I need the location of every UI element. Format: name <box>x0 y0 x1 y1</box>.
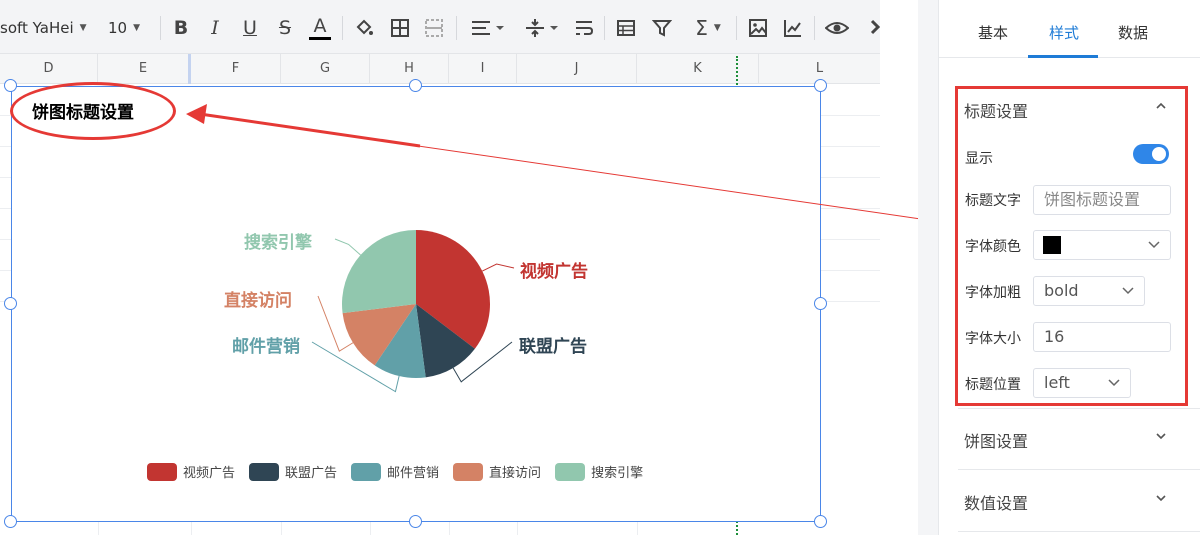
legend-item-email[interactable]: 邮件营销 <box>351 462 439 481</box>
font-size-input[interactable]: 16 <box>1033 322 1171 352</box>
chevron-down-icon <box>1148 231 1160 269</box>
section-divider <box>958 469 1200 470</box>
legend-swatch <box>453 462 484 481</box>
pie-slice-search[interactable] <box>342 230 416 314</box>
title-position-select[interactable]: left <box>1033 368 1131 398</box>
legend-label: 联盟广告 <box>285 466 338 481</box>
slice-label-search: 搜索引擎 <box>244 233 312 253</box>
font-color-label: 字体颜色 <box>965 239 1021 255</box>
legend-swatch <box>351 462 382 481</box>
font-color-swatch <box>1043 236 1061 254</box>
title-position-value: left <box>1044 373 1070 392</box>
section-title-pie[interactable]: 饼图设置 <box>964 428 1028 452</box>
title-text-label: 标题文字 <box>965 193 1021 209</box>
legend-swatch <box>147 462 177 481</box>
slice-label-video: 视频广告 <box>520 262 588 282</box>
legend-label: 直接访问 <box>489 466 542 481</box>
show-toggle[interactable] <box>1133 144 1169 164</box>
legend-swatch <box>555 462 586 481</box>
font-weight-label: 字体加粗 <box>965 285 1021 301</box>
legend-item-union[interactable]: 联盟广告 <box>249 462 337 481</box>
section-divider <box>958 408 1200 409</box>
legend-label: 邮件营销 <box>387 466 440 481</box>
slice-label-direct: 直接访问 <box>224 291 292 311</box>
chevron-down-icon[interactable] <box>1155 430 1167 446</box>
legend-label: 视频广告 <box>183 466 236 481</box>
legend-label: 搜索引擎 <box>591 466 644 481</box>
section-divider <box>958 531 1200 532</box>
font-weight-value: bold <box>1044 281 1079 300</box>
tab-basic[interactable]: 基本 <box>978 22 1008 43</box>
chart-legend: 视频广告 联盟广告 邮件营销 直接访问 搜索引擎 <box>147 462 657 481</box>
toggle-knob <box>1152 147 1166 161</box>
slice-label-email: 邮件营销 <box>232 337 300 357</box>
annotation-arrow-thick <box>199 112 421 148</box>
section-title-settings[interactable]: 标题设置 <box>964 98 1028 122</box>
tab-style[interactable]: 样式 <box>1049 22 1079 43</box>
font-size-label: 字体大小 <box>965 331 1021 347</box>
chevron-down-icon[interactable] <box>1155 492 1167 508</box>
active-tab-indicator <box>1028 55 1098 58</box>
leader-line-video <box>482 263 515 272</box>
legend-item-direct[interactable]: 直接访问 <box>453 462 541 481</box>
leader-line-search <box>334 238 361 256</box>
font-weight-select[interactable]: bold <box>1033 276 1145 306</box>
slice-label-union: 联盟广告 <box>519 337 587 357</box>
panel-gutter <box>918 0 938 535</box>
app-root: soft YaHei ▼ 10 ▼ B I U S A Σ ▼ D E F G … <box>0 0 1200 535</box>
legend-item-search[interactable]: 搜索引擎 <box>555 462 643 481</box>
legend-item-video[interactable]: 视频广告 <box>147 462 235 481</box>
title-position-label: 标题位置 <box>965 377 1021 393</box>
legend-swatch <box>249 462 280 481</box>
pie-chart <box>342 230 491 378</box>
tab-data[interactable]: 数据 <box>1118 22 1148 43</box>
title-text-input[interactable]: 饼图标题设置 <box>1033 185 1171 215</box>
settings-tabs: 基本 样式 数据 <box>938 0 1200 58</box>
chevron-down-icon <box>1108 369 1120 407</box>
chevron-down-icon <box>1122 277 1134 315</box>
show-label: 显示 <box>965 151 993 167</box>
section-title-values[interactable]: 数值设置 <box>964 490 1028 514</box>
chevron-up-icon[interactable] <box>1155 100 1167 116</box>
